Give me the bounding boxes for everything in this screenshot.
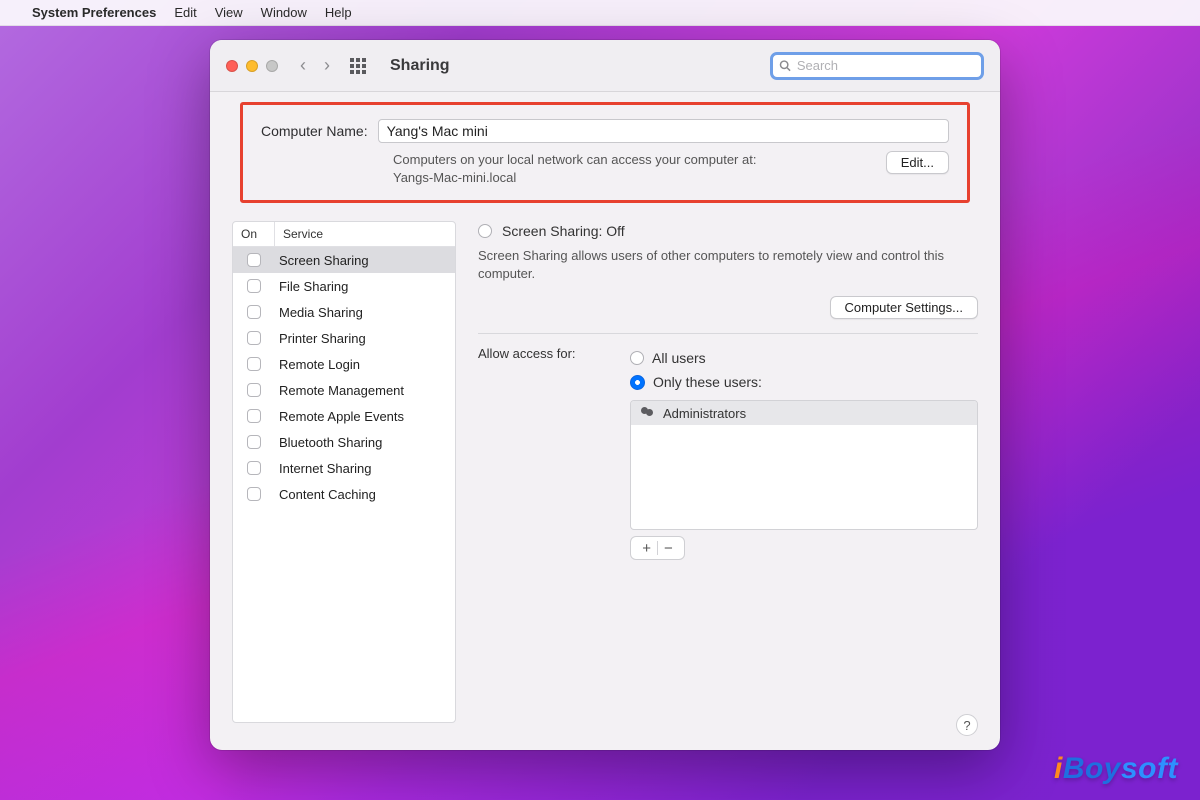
service-name: Remote Apple Events [275,409,455,424]
access-all-users-row[interactable]: All users [630,346,978,370]
radio-only-these[interactable] [630,375,645,390]
access-all-users-label: All users [652,350,706,366]
close-button[interactable] [226,60,238,72]
back-button[interactable]: ‹ [300,55,306,76]
radio-all-users[interactable] [630,351,644,365]
service-checkbox[interactable] [247,279,261,293]
col-service: Service [275,222,455,246]
computer-name-input[interactable] [378,119,949,143]
service-row[interactable]: Screen Sharing [233,247,455,273]
menu-edit[interactable]: Edit [174,5,196,20]
menu-help[interactable]: Help [325,5,352,20]
search-field-wrap[interactable] [770,52,984,80]
computer-settings-button[interactable]: Computer Settings... [830,296,979,319]
services-header: On Service [233,222,455,247]
menu-window[interactable]: Window [261,5,307,20]
service-checkbox[interactable] [247,383,261,397]
service-name: Internet Sharing [275,461,455,476]
col-on: On [233,222,275,246]
access-only-these-label: Only these users: [653,374,762,390]
menu-view[interactable]: View [215,5,243,20]
service-row[interactable]: File Sharing [233,273,455,299]
search-input[interactable] [797,58,975,73]
access-label: Allow access for: [478,346,618,560]
user-row[interactable]: Administrators [631,401,977,425]
computer-name-section: Computer Name: Computers on your local n… [240,102,970,203]
window-titlebar: ‹ › Sharing [210,40,1000,92]
service-row[interactable]: Remote Management [233,377,455,403]
minimize-button[interactable] [246,60,258,72]
service-checkbox[interactable] [247,253,261,267]
user-name: Administrators [663,406,746,421]
service-row[interactable]: Bluetooth Sharing [233,429,455,455]
service-status-title: Screen Sharing: Off [502,223,625,239]
service-name: Bluetooth Sharing [275,435,455,450]
service-name: File Sharing [275,279,455,294]
service-name: Remote Login [275,357,455,372]
service-description: Screen Sharing allows users of other com… [478,247,978,282]
service-row[interactable]: Remote Login [233,351,455,377]
menubar: System Preferences Edit View Window Help [0,0,1200,26]
service-row[interactable]: Remote Apple Events [233,403,455,429]
service-row[interactable]: Media Sharing [233,299,455,325]
users-group-icon [639,407,655,419]
service-row[interactable]: Internet Sharing [233,455,455,481]
service-name: Remote Management [275,383,455,398]
page-title: Sharing [390,57,450,75]
service-enable-toggle[interactable] [478,224,492,238]
service-name: Screen Sharing [275,253,455,268]
edit-hostname-button[interactable]: Edit... [886,151,949,174]
remove-user-button[interactable]: − [664,540,673,557]
services-table: On Service Screen Sharing File Sharing Med… [232,221,456,723]
window-controls [226,60,278,72]
service-checkbox[interactable] [247,331,261,345]
add-remove-control: + − [630,536,685,560]
search-icon [779,59,791,72]
service-checkbox[interactable] [247,487,261,501]
divider [478,333,978,334]
allowed-users-list[interactable]: Administrators [630,400,978,530]
add-remove-divider [657,541,658,555]
service-row[interactable]: Printer Sharing [233,325,455,351]
window-body: Computer Name: Computers on your local n… [210,92,1000,750]
help-button[interactable]: ? [956,714,978,736]
zoom-button[interactable] [266,60,278,72]
service-name: Content Caching [275,487,455,502]
preferences-window: ‹ › Sharing Computer Name: Computers on … [210,40,1000,750]
service-name: Media Sharing [275,305,455,320]
forward-button[interactable]: › [324,55,330,76]
add-user-button[interactable]: + [642,540,651,557]
service-row[interactable]: Content Caching [233,481,455,507]
service-checkbox[interactable] [247,305,261,319]
service-checkbox[interactable] [247,409,261,423]
service-name: Printer Sharing [275,331,455,346]
show-all-icon[interactable] [350,58,366,74]
service-checkbox[interactable] [247,357,261,371]
watermark-logo: iBoysoft [1054,752,1178,786]
access-only-these-row[interactable]: Only these users: [630,370,978,394]
service-checkbox[interactable] [247,461,261,475]
nav-arrows: ‹ › [300,55,330,76]
app-menu[interactable]: System Preferences [32,5,156,20]
service-detail: Screen Sharing: Off Screen Sharing allow… [478,221,978,723]
service-checkbox[interactable] [247,435,261,449]
computer-name-hint: Computers on your local network can acce… [393,151,870,186]
computer-name-label: Computer Name: [261,123,368,139]
